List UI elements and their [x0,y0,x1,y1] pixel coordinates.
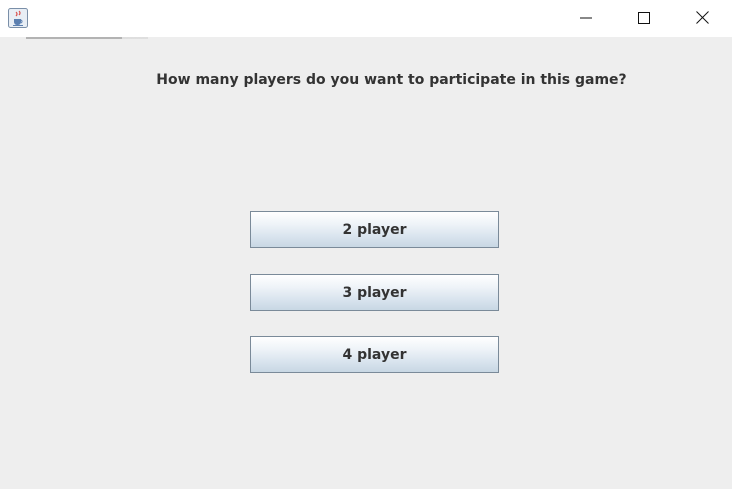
game-window: How many players do you want to particip… [0,0,732,489]
title-bar[interactable] [0,0,732,37]
minimize-icon [580,9,592,28]
close-button[interactable] [673,0,731,37]
two-player-button[interactable]: 2 player [250,211,499,248]
maximize-button[interactable] [615,0,673,37]
maximize-icon [638,9,650,28]
close-icon [695,9,709,28]
clipped-label-remnant [26,37,148,39]
content-panel: How many players do you want to particip… [0,37,732,489]
player-count-question: How many players do you want to particip… [156,72,627,88]
minimize-button[interactable] [557,0,615,37]
three-player-button[interactable]: 3 player [250,274,499,311]
four-player-button[interactable]: 4 player [250,336,499,373]
java-cup-icon[interactable] [8,8,28,28]
